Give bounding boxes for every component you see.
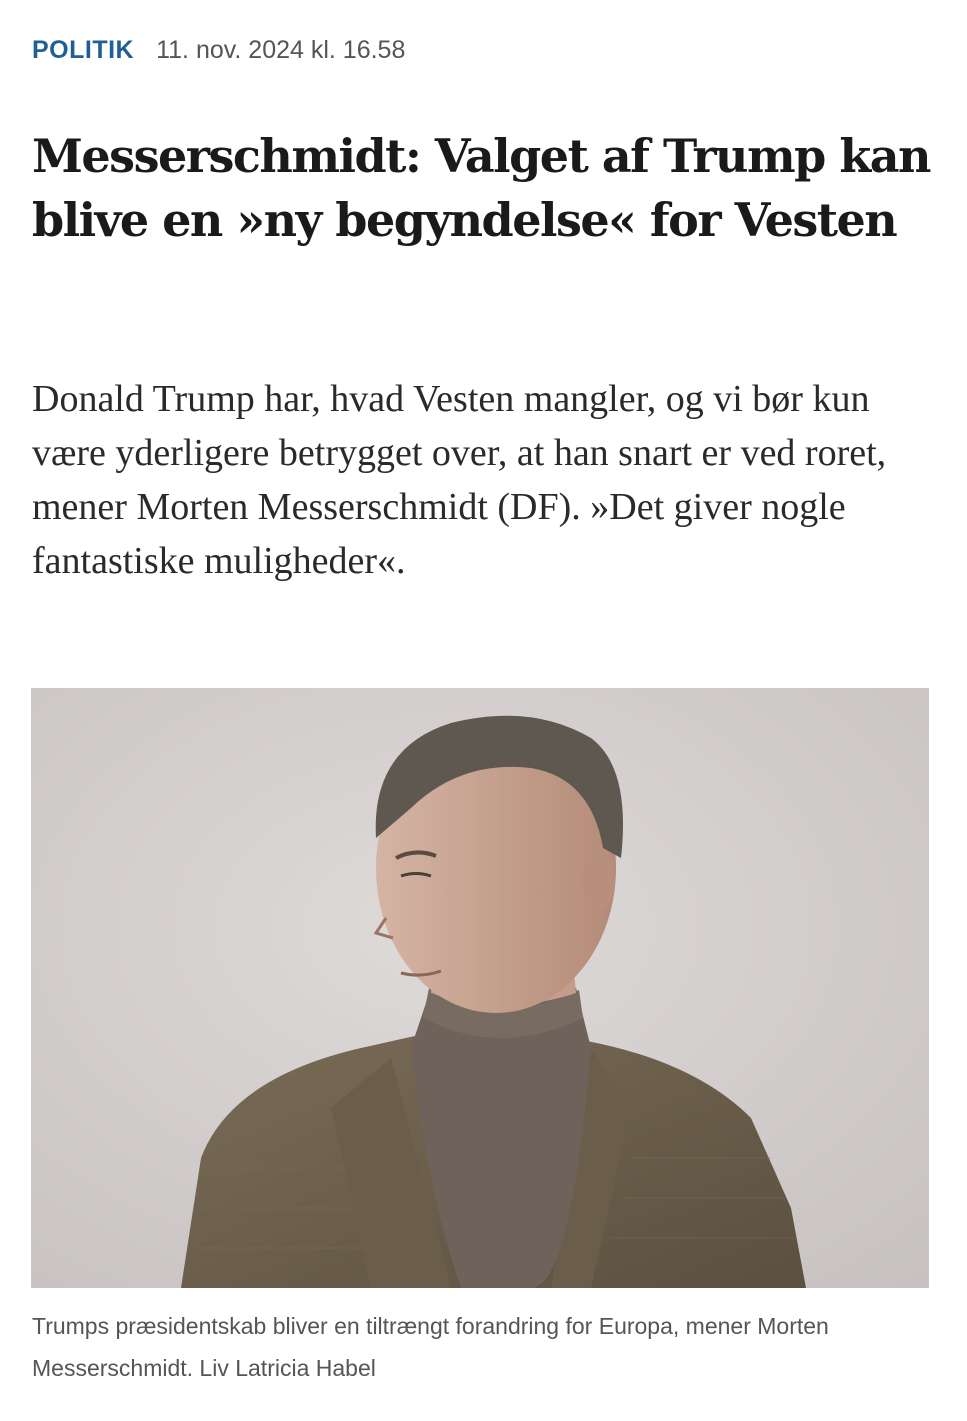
article: POLITIK 11. nov. 2024 kl. 16.58 Messersc…	[0, 0, 967, 1421]
article-lead: Donald Trump har, hvad Vesten mangler, o…	[32, 378, 887, 582]
article-photo[interactable]	[31, 688, 929, 1288]
article-headline: Messerschmidt: Valget af Trump kan blive…	[32, 129, 931, 247]
article-meta: POLITIK 11. nov. 2024 kl. 16.58	[32, 30, 405, 70]
portrait-image	[31, 688, 929, 1288]
publish-timestamp: 11. nov. 2024 kl. 16.58	[156, 35, 406, 64]
photo-caption: Trumps præsidentskab bliver en tiltrængt…	[32, 1313, 829, 1381]
section-link[interactable]: POLITIK	[32, 36, 134, 65]
